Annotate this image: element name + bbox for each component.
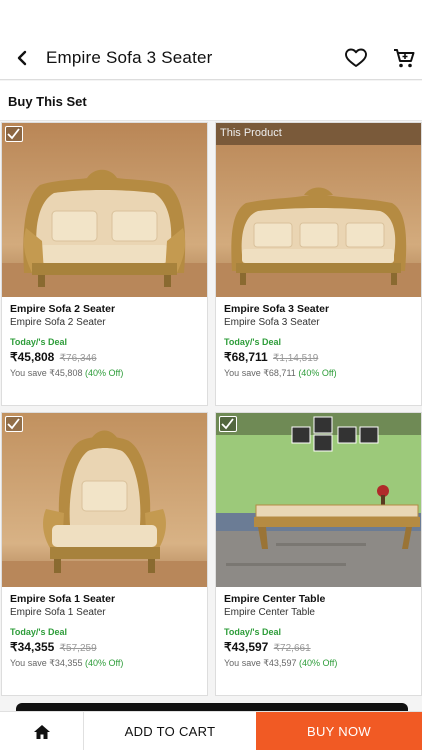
add-to-cart-button[interactable]: ADD TO CART (85, 712, 255, 750)
heart-icon[interactable] (344, 46, 368, 70)
discount-percent: (40% Off) (298, 658, 338, 668)
product-subtitle: Empire Sofa 2 Seater (10, 317, 106, 328)
back-arrow-icon[interactable] (12, 44, 34, 72)
savings-text: You save ₹45,808 (10, 368, 83, 378)
price: ₹68,711 (224, 350, 268, 364)
top-bar: Empire Sofa 3 Seater (0, 0, 422, 80)
mrp: ₹72,661 (273, 643, 311, 654)
savings-row: You save ₹43,597 (40% Off) (224, 656, 419, 670)
checkbox-icon[interactable] (5, 416, 23, 432)
section-title: Buy This Set (8, 94, 87, 109)
product-card-center-table[interactable]: Empire Center Table Empire Center Table … (215, 412, 422, 696)
mrp: ₹1,14,519 (273, 353, 319, 364)
price-row: ₹43,597 ₹72,661 (224, 640, 419, 656)
deal-label: Today/'s Deal (224, 337, 281, 347)
deal-label: Today/'s Deal (224, 627, 281, 637)
this-product-tag: This Product (220, 127, 282, 139)
discount-percent: (40% Off) (298, 368, 337, 378)
savings-text: You save ₹68,711 (224, 368, 296, 378)
product-image[interactable] (216, 413, 421, 587)
price-row: ₹34,355 ₹57,259 (10, 640, 205, 656)
app: Empire Sofa 3 Seater Buy This Set Empire… (0, 0, 422, 750)
checkbox-icon[interactable] (219, 416, 237, 432)
product-card-sofa-2-seater[interactable]: Empire Sofa 2 Seater Empire Sofa 2 Seate… (1, 122, 208, 406)
savings-text: You save ₹43,597 (224, 658, 297, 668)
product-name[interactable]: Empire Sofa 3 Seater (224, 302, 419, 316)
buy-now-button[interactable]: BUY NOW (256, 712, 422, 750)
bottom-action-bar: ADD TO CART BUY NOW (0, 711, 422, 750)
product-image[interactable] (2, 413, 207, 587)
discount-percent: (40% Off) (84, 658, 124, 668)
buy-this-set-header: Buy This Set (0, 81, 422, 121)
checkbox-icon[interactable] (5, 126, 23, 142)
product-card-sofa-1-seater[interactable]: Empire Sofa 1 Seater Empire Sofa 1 Seate… (1, 412, 208, 696)
savings-row: You save ₹34,355 (40% Off) (10, 656, 205, 670)
home-button[interactable] (0, 712, 84, 750)
product-info: Empire Sofa 2 Seater Empire Sofa 2 Seate… (10, 302, 205, 380)
product-subtitle: Empire Sofa 1 Seater (10, 607, 106, 618)
mrp: ₹57,259 (59, 643, 97, 654)
deal-label: Today/'s Deal (10, 627, 67, 637)
product-info: Empire Sofa 1 Seater Empire Sofa 1 Seate… (10, 592, 205, 670)
product-info: Empire Sofa 3 Seater Empire Sofa 3 Seate… (224, 302, 419, 380)
savings-row: You save ₹45,808 (40% Off) (10, 366, 205, 380)
product-subtitle: Empire Center Table (224, 607, 315, 618)
product-name[interactable]: Empire Sofa 2 Seater (10, 302, 205, 316)
savings-row: You save ₹68,711 (40% Off) (224, 366, 419, 380)
price-row: ₹45,808 ₹76,346 (10, 350, 205, 366)
product-name[interactable]: Empire Center Table (224, 592, 419, 606)
savings-text: You save ₹34,355 (10, 658, 83, 668)
price: ₹34,355 (10, 640, 55, 654)
product-info: Empire Center Table Empire Center Table … (224, 592, 419, 670)
price-row: ₹68,711 ₹1,14,519 (224, 350, 419, 366)
page-title: Empire Sofa 3 Seater (46, 48, 213, 67)
cart-icon[interactable] (392, 46, 416, 70)
price: ₹45,808 (10, 350, 55, 364)
product-image[interactable] (2, 123, 207, 297)
mrp: ₹76,346 (59, 353, 97, 364)
product-subtitle: Empire Sofa 3 Seater (224, 317, 320, 328)
product-name[interactable]: Empire Sofa 1 Seater (10, 592, 205, 606)
product-image[interactable]: This Product (216, 123, 421, 297)
price: ₹43,597 (224, 640, 269, 654)
discount-percent: (40% Off) (84, 368, 124, 378)
product-card-sofa-3-seater[interactable]: This Product Empire Sofa 3 Seater Empire… (215, 122, 422, 406)
deal-label: Today/'s Deal (10, 337, 67, 347)
home-icon (33, 724, 50, 739)
